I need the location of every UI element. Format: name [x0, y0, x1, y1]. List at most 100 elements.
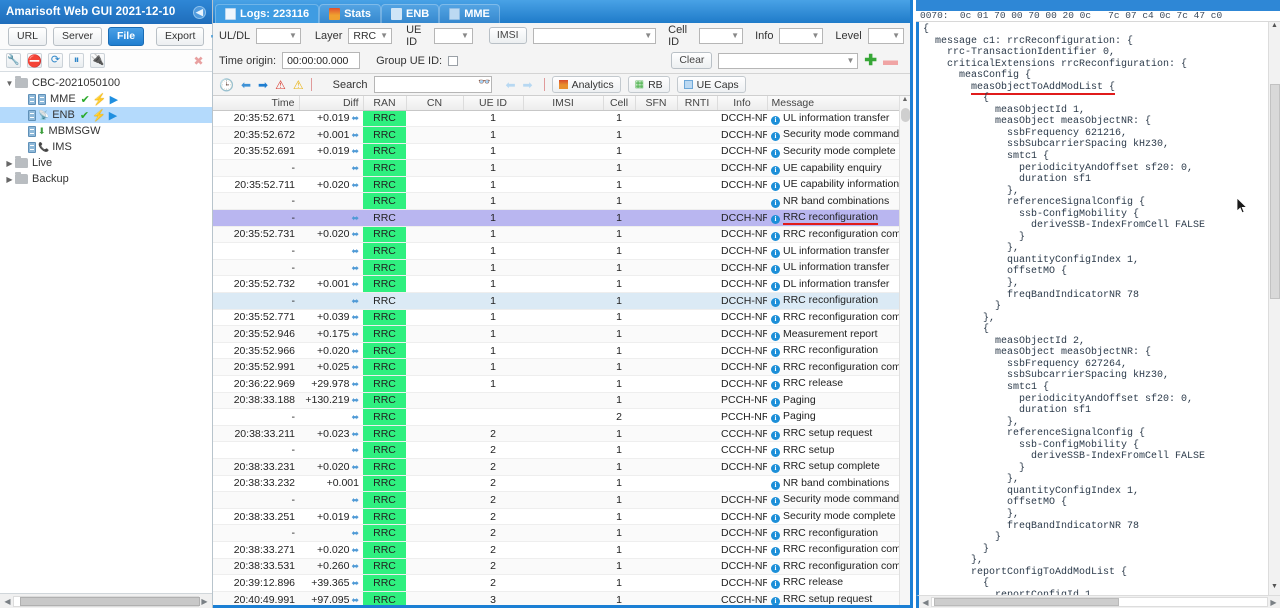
config-tree[interactable]: ▼ CBC-2021050100 MME ✔ ⚡ ▶ 📡 ENB ✔ ⚡ ▶ ⬇… — [0, 72, 212, 593]
info-icon[interactable]: i — [771, 431, 780, 441]
imsi-select[interactable]: ▼ — [532, 27, 657, 44]
cell-message[interactable]: i Paging — [767, 408, 901, 426]
info-icon[interactable]: i — [771, 148, 780, 158]
cell-message[interactable]: i Paging — [767, 392, 901, 410]
close-icon[interactable]: ✖ — [191, 53, 206, 68]
table-row[interactable]: 20:35:52.771 +0.039 ⬌ RRC 1 1 DCCH-NR i RRC reco… — [213, 309, 901, 327]
col-cn[interactable]: CN — [406, 96, 464, 111]
cell-message[interactable]: i RRC setup request — [767, 425, 901, 443]
table-row[interactable]: 20:39:12.896 +39.365 ⬌ RRC 2 1 DCCH-NR i RRC rel… — [213, 574, 901, 592]
cell-message[interactable]: i UL information transfer — [767, 110, 901, 128]
cell-message[interactable]: i UL information transfer — [767, 242, 901, 260]
info-select[interactable]: ▼ — [779, 27, 824, 44]
table-row[interactable]: 20:36:22.969 +29.978 ⬌ RRC 1 1 DCCH-NR i RRC rel… — [213, 375, 901, 393]
binoculars-icon[interactable]: 👓 — [478, 77, 490, 88]
minus-red-icon[interactable]: ▬ — [883, 53, 898, 68]
col-ueid[interactable]: UE ID — [463, 96, 524, 111]
table-row[interactable]: 20:38:33.232 +0.001 RRC 2 1 i NR band combinat… — [213, 475, 901, 493]
info-icon[interactable]: i — [771, 298, 780, 308]
table-row[interactable]: 20:35:52.671 +0.019 ⬌ RRC 1 1 DCCH-NR i UL infor… — [213, 110, 901, 128]
col-rnti[interactable]: RNTI — [677, 96, 718, 111]
cell-message[interactable]: i RRC release — [767, 375, 901, 393]
scrollbar-thumb[interactable] — [20, 596, 200, 606]
info-icon[interactable]: i — [771, 480, 780, 490]
status-play-icon[interactable]: ▶ — [110, 93, 118, 106]
cell-message[interactable]: iRRC reconfiguration complete — [767, 358, 901, 376]
table-row[interactable]: - ⬌ RRC 1 1 DCCH-NR i UE capability enquiry — [213, 159, 901, 177]
ueid-select[interactable]: ▼ — [434, 27, 473, 44]
search-input[interactable] — [374, 76, 493, 93]
rb-button[interactable]: ▦ RB — [627, 76, 670, 93]
cell-message[interactable]: iRRC reconfiguration complete — [767, 541, 901, 559]
cell-message[interactable]: i NR band combinations — [767, 192, 901, 211]
tree-item-enb[interactable]: 📡 ENB ✔ ⚡ ▶ — [0, 107, 212, 123]
scroll-down-icon[interactable]: ▼ — [1269, 583, 1280, 595]
info-icon[interactable]: i — [771, 314, 780, 324]
info-icon[interactable]: i — [771, 132, 780, 142]
chevron-left-icon[interactable]: ◀ — [193, 5, 206, 19]
table-row[interactable]: 20:38:33.211 +0.023 ⬌ RRC 2 1 CCCH-NR i RRC setu… — [213, 425, 901, 443]
error-icon[interactable]: ⚠ — [275, 79, 286, 91]
forward-arrow-icon[interactable]: ➡ — [258, 79, 268, 91]
info-icon[interactable]: i — [771, 514, 780, 524]
cell-message[interactable]: i UL information transfer — [767, 259, 901, 277]
status-play-icon[interactable]: ▶ — [109, 109, 117, 122]
info-icon[interactable]: i — [771, 530, 780, 540]
scroll-up-icon[interactable]: ▲ — [1269, 22, 1280, 34]
info-icon[interactable]: i — [771, 198, 780, 208]
tab-stats[interactable]: Stats — [319, 4, 381, 23]
plus-green-icon[interactable]: ✚ — [864, 53, 877, 68]
export-button[interactable]: Export — [156, 27, 205, 46]
cell-message[interactable]: i RRC reconfiguration — [767, 342, 901, 360]
info-icon[interactable]: i — [771, 348, 780, 358]
cell-message[interactable]: i Security mode command — [767, 126, 901, 144]
col-message[interactable]: Message — [767, 96, 902, 111]
scrollbar-thumb[interactable] — [1270, 84, 1280, 299]
cell-message[interactable]: i Security mode complete — [767, 508, 901, 526]
col-imsi[interactable]: IMSI — [523, 96, 604, 111]
detail-vertical-scrollbar[interactable]: ▲ ▼ — [1268, 22, 1280, 595]
stop-icon[interactable]: ⛔ — [27, 53, 42, 68]
cell-message[interactable]: i UE capability information — [767, 176, 901, 194]
info-icon[interactable]: i — [771, 547, 780, 557]
level-select[interactable]: ▼ — [867, 27, 904, 44]
scroll-left-icon[interactable]: ◀ — [920, 598, 931, 607]
expand-toggle-icon[interactable]: ▼ — [4, 79, 15, 88]
cell-message[interactable]: i Measurement report — [767, 325, 901, 343]
tab-enb[interactable]: ENB — [381, 4, 440, 23]
log-table-container[interactable]: Time Diff RAN CN UE ID IMSI Cell SFN RNT… — [213, 96, 910, 605]
cell-message[interactable]: i Security mode complete — [767, 143, 901, 161]
cell-message[interactable]: iRRC reconfiguration complete — [767, 226, 901, 244]
cell-message[interactable]: iRRC reconfiguration complete — [767, 558, 901, 576]
server-button[interactable]: Server — [53, 27, 102, 46]
group-ueid-checkbox[interactable] — [448, 55, 459, 66]
table-row[interactable]: 20:35:52.691 +0.019 ⬌ RRC 1 1 DCCH-NR i Security… — [213, 143, 901, 161]
scroll-right-icon[interactable]: ▶ — [199, 597, 210, 606]
preset-select[interactable]: ▼ — [718, 52, 859, 69]
back-arrow-icon[interactable]: ⬅ — [241, 79, 251, 91]
warning-icon[interactable]: ⚠ — [293, 79, 304, 91]
cell-message[interactable]: i DL information transfer — [767, 275, 901, 294]
info-icon[interactable]: i — [771, 182, 780, 192]
info-icon[interactable]: i — [771, 331, 780, 341]
detail-horizontal-scrollbar[interactable]: ◀ ▶ — [916, 595, 1280, 608]
table-row[interactable]: 20:40:49.991 +97.095 ⬌ RRC 3 1 CCCH-NR i RRC set… — [213, 591, 901, 605]
info-icon[interactable]: i — [771, 165, 780, 175]
tree-item-cbc[interactable]: ▼ CBC-2021050100 — [0, 75, 212, 91]
info-icon[interactable]: i — [771, 597, 780, 605]
sidebar-horizontal-scrollbar[interactable]: ◀ ▶ — [0, 593, 212, 608]
cell-message[interactable]: i NR band combinations — [767, 475, 901, 493]
clear-button[interactable]: Clear — [671, 52, 713, 69]
info-icon[interactable]: i — [771, 248, 780, 258]
expand-toggle-icon[interactable]: ▶ — [4, 175, 15, 184]
refresh-icon[interactable]: ⟳ — [48, 53, 63, 68]
time-origin-input[interactable] — [282, 52, 361, 69]
table-row[interactable]: - ⬌ RRC 1 1 DCCH-NR i UL information transfer — [213, 259, 901, 277]
cell-message[interactable]: i RRC reconfiguration — [767, 292, 901, 310]
url-button[interactable]: URL — [8, 27, 48, 46]
tree-item-mme[interactable]: MME ✔ ⚡ ▶ — [0, 91, 212, 107]
scrollbar-track[interactable] — [13, 595, 200, 607]
info-icon[interactable]: i — [771, 414, 780, 424]
col-info[interactable]: Info — [717, 96, 768, 111]
tree-item-mbmsgw[interactable]: ⬇ MBMSGW — [0, 123, 212, 139]
